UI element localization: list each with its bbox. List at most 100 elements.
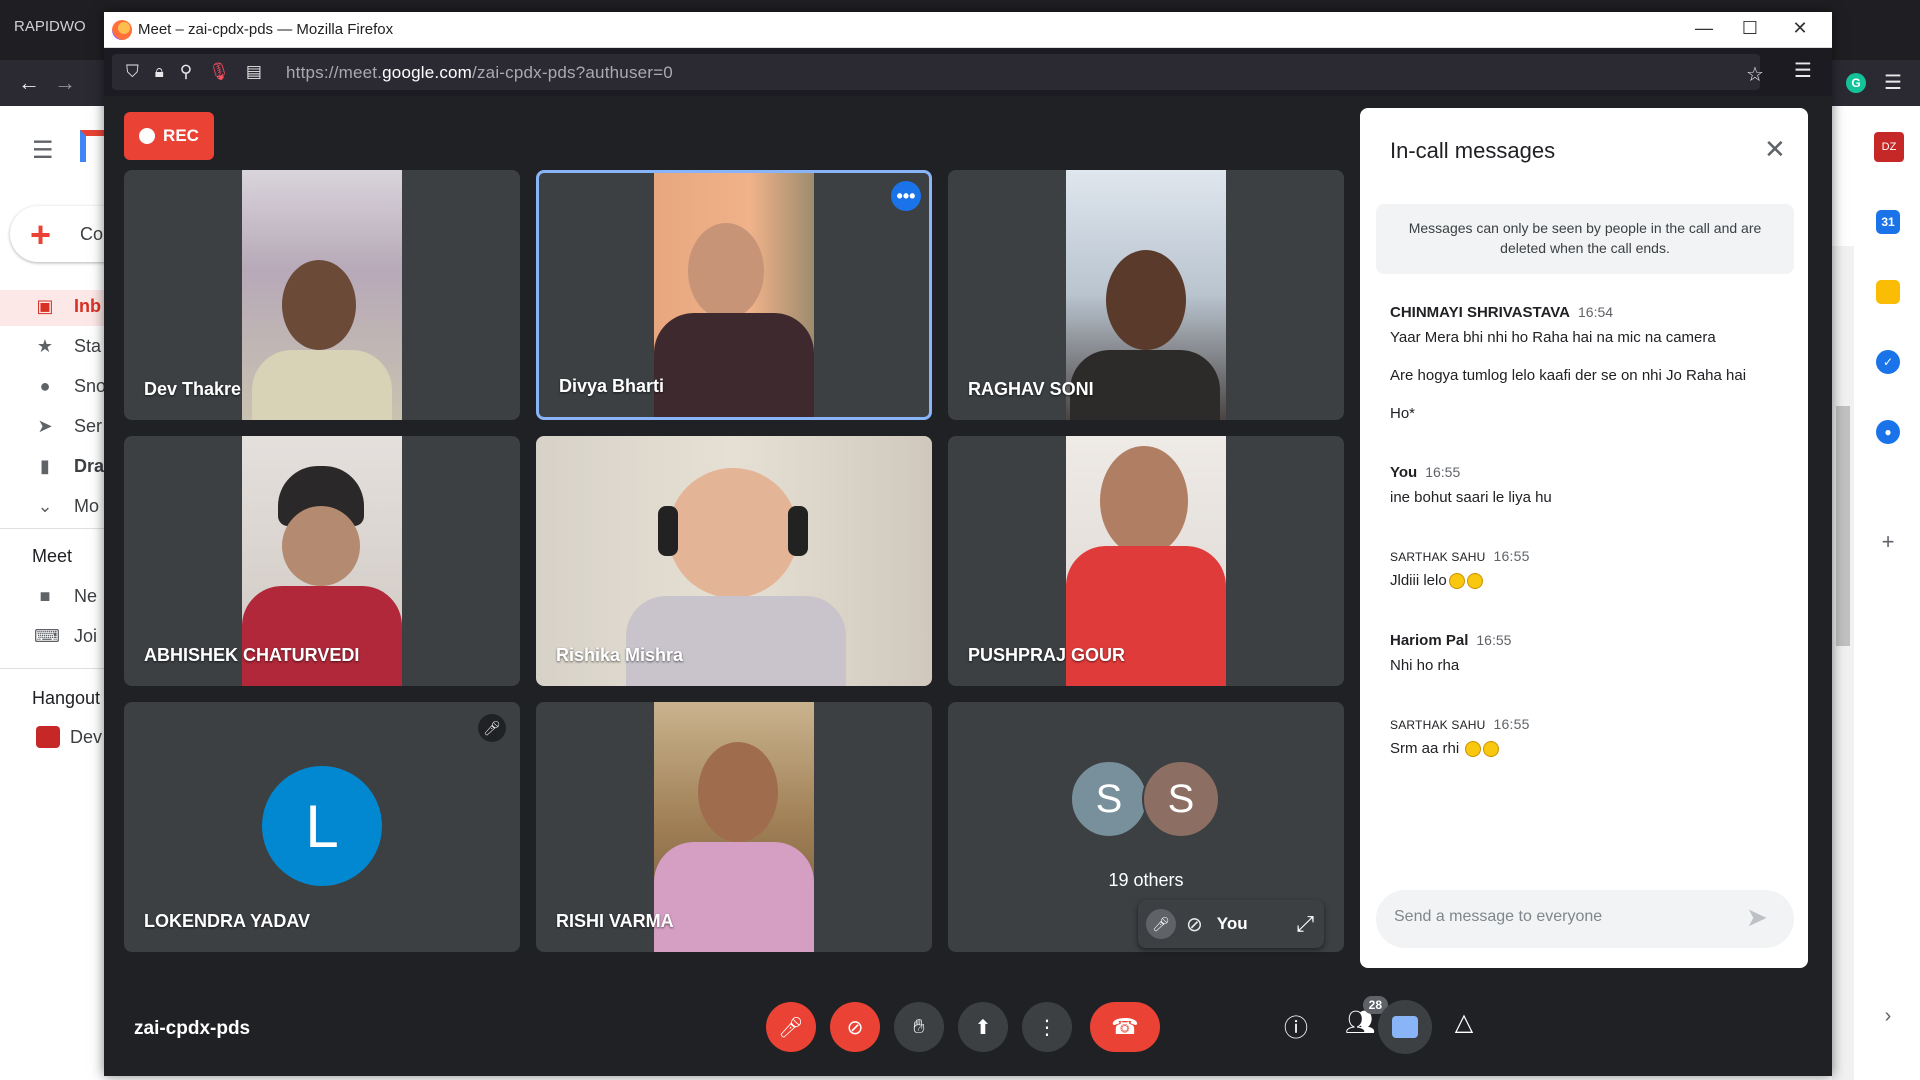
chat-message: SARTHAK SAHU 16:55 Srm aa rhi — [1390, 716, 1790, 760]
nav-item-sent[interactable]: ➤ Ser — [34, 416, 102, 437]
leave-call-button[interactable]: ☎︎ — [1090, 1002, 1160, 1052]
firefox-urlbar: ⛉ 🔒︎ ⚲ 🎙︎ ▤ https://meet.google.com/zai-… — [104, 48, 1832, 96]
participant-tile[interactable]: Rishika Mishra — [536, 436, 932, 686]
shield-icon[interactable]: ⛉ — [126, 62, 139, 82]
camera-toggle-button[interactable]: ⊘ — [830, 1002, 880, 1052]
activities-icon[interactable]: △ — [1444, 1008, 1484, 1037]
participant-tile[interactable]: RAGHAV SONI — [948, 170, 1344, 420]
app-menu-icon[interactable]: ☰ — [1794, 58, 1812, 83]
raise-hand-button[interactable]: ✋︎ — [894, 1002, 944, 1052]
others-count: 19 others — [1108, 870, 1184, 890]
message-text: Nhi ho rha — [1390, 657, 1460, 674]
muted-mic-icon: 🎤︎ — [478, 714, 506, 742]
more-vert-icon: ⋮ — [1037, 1016, 1057, 1039]
bookmark-star-icon[interactable]: ☆ — [1746, 62, 1764, 87]
calendar-icon[interactable]: 31 — [1876, 210, 1900, 234]
chat-notice: Messages can only be seen by people in t… — [1376, 204, 1794, 274]
participant-tile[interactable]: ABHISHEK CHATURVEDI — [124, 436, 520, 686]
mic-off-icon: 🎤︎ — [778, 1016, 804, 1039]
participant-tile[interactable]: PUSHPRAJ GOUR — [948, 436, 1344, 686]
participant-tile[interactable]: 🎤︎ L LOKENDRA YADAV — [124, 702, 520, 952]
message-time: 16:54 — [1578, 304, 1614, 320]
nav-item-inbox[interactable]: ▣ Inb — [34, 296, 101, 317]
url-text[interactable]: https://meet.google.com/zai-cpdx-pds?aut… — [286, 63, 673, 83]
sender-name: Hariom Pal — [1390, 632, 1469, 649]
permissions-icon[interactable]: ⚲ — [180, 62, 192, 82]
panel-title: In-call messages — [1390, 138, 1556, 163]
participant-name: PUSHPRAJ GOUR — [968, 645, 1126, 665]
reader-icon[interactable]: ▤ — [246, 62, 262, 82]
back-arrow-icon[interactable]: ← — [18, 70, 40, 96]
sender-name: You — [1390, 464, 1418, 481]
chat-button[interactable] — [1378, 1000, 1432, 1054]
meet-join-meeting[interactable]: ⌨ Joi — [34, 626, 97, 647]
main-menu-icon[interactable]: ☰ — [32, 136, 54, 165]
video-icon: ■ — [39, 586, 51, 606]
hangouts-user[interactable]: Dev — [36, 726, 102, 748]
add-addon-icon[interactable]: + — [1876, 529, 1900, 554]
keyboard-icon: ⌨ — [34, 626, 60, 646]
maximize-icon[interactable]: ☐ — [1730, 18, 1770, 39]
message-text: Yaar Mera bhi nhi ho Raha hai na mic na … — [1390, 329, 1716, 346]
expand-icon[interactable]: ⤢ — [1296, 911, 1314, 937]
self-label: You — [1216, 914, 1248, 933]
page-scrollbar[interactable] — [1832, 246, 1854, 1080]
nav-item-more[interactable]: ⌄ Mo — [34, 496, 99, 517]
video-feed — [654, 173, 814, 417]
present-screen-button[interactable]: ⬆ — [958, 1002, 1008, 1052]
participant-name: Rishika Mishra — [556, 645, 684, 665]
meeting-code: zai-cpdx-pds — [134, 1018, 251, 1039]
inbox-icon: ▣ — [36, 296, 54, 316]
account-avatar[interactable]: DZ — [1874, 132, 1904, 162]
nav-item-starred[interactable]: ★ Sta — [34, 336, 101, 357]
gmail-logo[interactable] — [80, 130, 104, 162]
nav-item-drafts[interactable]: ▮ Dra — [34, 456, 104, 477]
send-icon[interactable]: ➤ — [1746, 902, 1768, 933]
lock-icon[interactable]: 🔒︎ — [155, 62, 164, 82]
forward-arrow-icon[interactable]: → — [54, 70, 76, 96]
message-time: 16:55 — [1425, 464, 1461, 480]
message-text: Ho* — [1390, 405, 1416, 422]
more-options-button[interactable]: ⋮ — [1022, 1002, 1072, 1052]
sender-name: SARTHAK SAHU — [1390, 718, 1486, 732]
meeting-details-info-icon[interactable]: ⓘ — [1276, 1008, 1316, 1043]
tasks-icon[interactable]: ✓ — [1876, 350, 1900, 374]
chevron-right-icon[interactable]: › — [1876, 1004, 1900, 1028]
contacts-icon[interactable]: ● — [1876, 420, 1900, 444]
firefox-logo-icon — [112, 20, 132, 40]
mic-toggle-button[interactable]: 🎤︎ — [766, 1002, 816, 1052]
message-text: ine bohut saari le liya hu — [1390, 489, 1552, 506]
camera-off-icon: ⊘ — [1186, 913, 1203, 936]
keep-icon[interactable] — [1876, 280, 1900, 304]
clock-icon: ● — [39, 376, 51, 396]
background-tab-title[interactable]: RAPIDWO — [14, 18, 86, 35]
muted-mic-icon: 🎤︎ — [1146, 909, 1176, 939]
meet-new-meeting[interactable]: ■ Ne — [34, 586, 97, 607]
nav-item-snoozed[interactable]: ● Sno — [34, 376, 106, 397]
close-window-icon[interactable]: ✕ — [1780, 18, 1820, 39]
scrollbar-thumb[interactable] — [1836, 406, 1850, 646]
message-time: 16:55 — [1493, 716, 1530, 732]
grammarly-extension-icon[interactable]: G — [1846, 72, 1867, 93]
recording-indicator[interactable]: REC — [124, 112, 214, 160]
more-options-icon[interactable]: ••• — [891, 181, 921, 211]
video-feed — [654, 702, 814, 952]
hamburger-menu-icon[interactable]: ☰ — [1884, 70, 1902, 95]
compose-label: Co — [80, 224, 104, 244]
chat-input[interactable]: Send a message to everyone ➤ — [1376, 890, 1794, 948]
message-text: Are hogya tumlog lelo kaafi der se on nh… — [1390, 367, 1747, 384]
people-icon[interactable]: 👥︎ 28 — [1340, 996, 1388, 1037]
close-icon[interactable]: ✕ — [1764, 134, 1786, 165]
address-bar[interactable]: ⛉ 🔒︎ ⚲ 🎙︎ ▤ https://meet.google.com/zai-… — [112, 54, 1764, 90]
participant-tile-active[interactable]: ••• Divya Bharti — [536, 170, 932, 420]
meet-section-heading: Meet — [32, 546, 73, 566]
firefox-titlebar: Meet – zai-cpdx-pds — Mozilla Firefox — … — [104, 12, 1832, 48]
participant-tile[interactable]: Dev Thakre — [124, 170, 520, 420]
participant-name: Divya Bharti — [559, 376, 665, 396]
self-view-pill[interactable]: 🎤︎ ⊘ You ⤢ — [1138, 900, 1324, 948]
minimize-icon[interactable]: — — [1684, 18, 1724, 39]
meet-stage: REC Dev Thakre ••• Divya Bharti RAGHAV S… — [104, 96, 1832, 1076]
participant-tile[interactable]: RISHI VARMA — [536, 702, 932, 952]
microphone-in-use-icon[interactable]: 🎙︎ — [208, 62, 230, 82]
chat-icon — [1392, 1016, 1418, 1038]
